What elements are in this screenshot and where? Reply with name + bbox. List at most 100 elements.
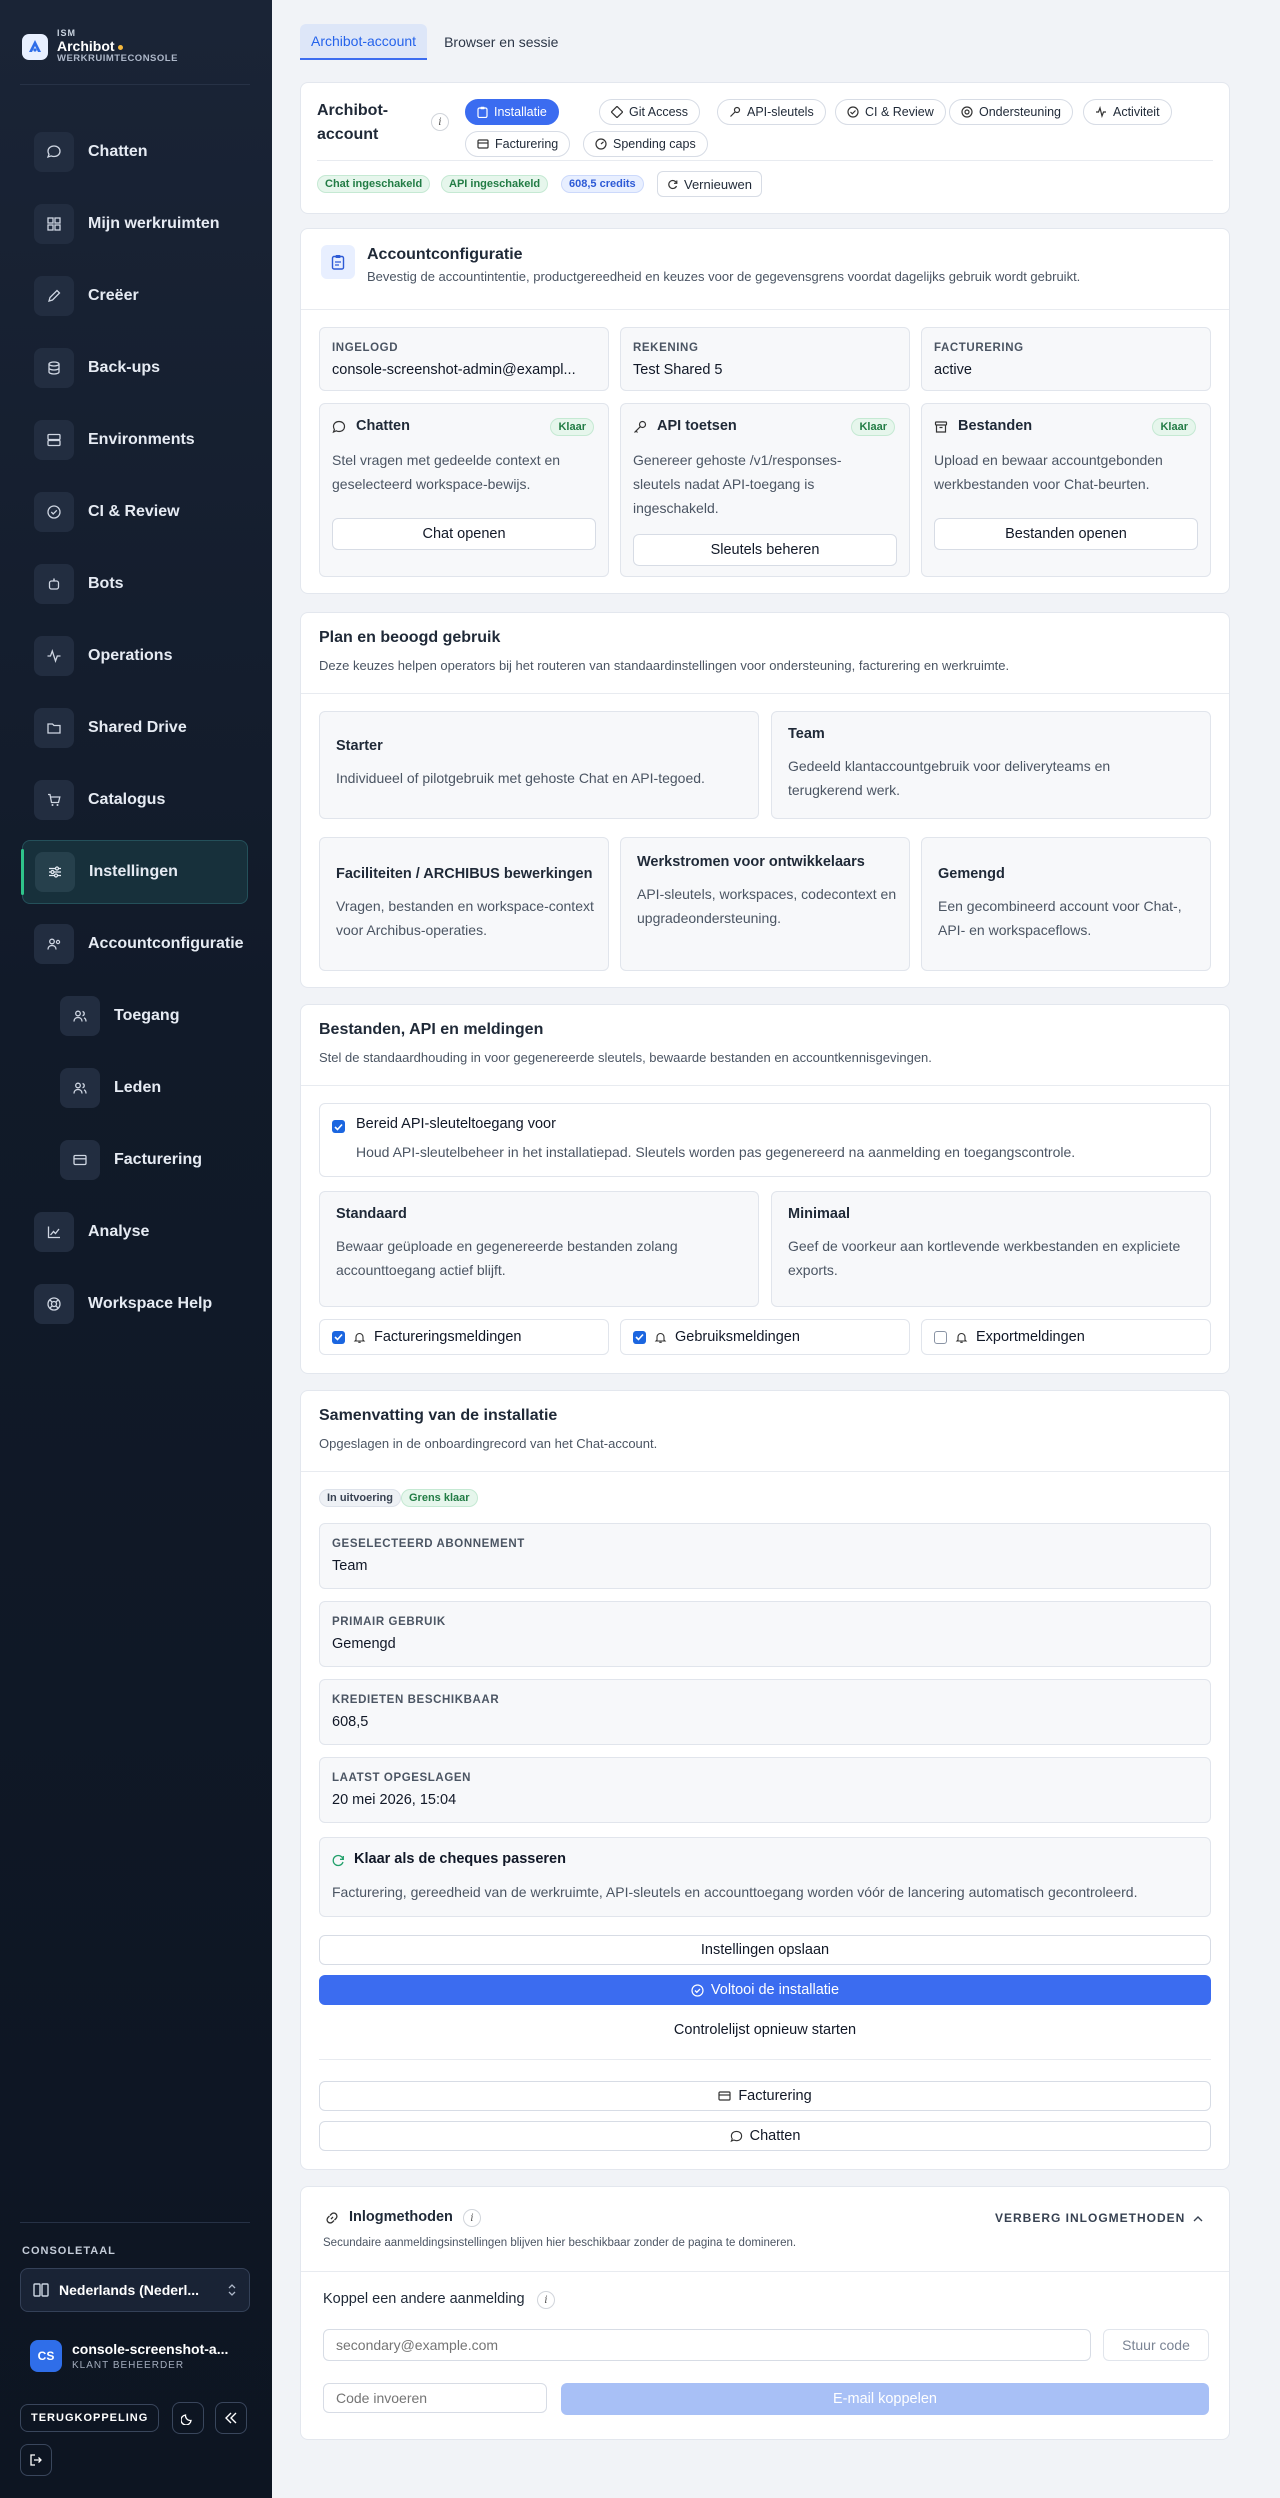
credit-card-icon [477, 139, 489, 149]
sidebar-item-leden[interactable]: Leden [22, 1056, 248, 1120]
chip-ondersteuning[interactable]: Ondersteuning [949, 99, 1074, 125]
open-files-button[interactable]: Bestanden openen [934, 518, 1198, 550]
feature-api: API toetsen Klaar Genereer gehoste /v1/r… [620, 403, 910, 577]
plan-option-archibus[interactable]: Faciliteiten / ARCHIBUS bewerkingen Vrag… [319, 837, 609, 971]
retention-standard[interactable]: Standaard Bewaar geüploade en gegenereer… [319, 1191, 759, 1307]
sidebar-item-shared-drive[interactable]: Shared Drive [22, 696, 248, 760]
sidebar-item-environments[interactable]: Environments [22, 408, 248, 472]
checkbox-checked[interactable] [633, 1330, 646, 1344]
brand[interactable]: ISM Archibot WERKRUIMTECONSOLE [22, 28, 178, 65]
database-icon [34, 348, 74, 388]
brand-name: Archibot [57, 38, 178, 54]
plan-option-starter[interactable]: Starter Individueel of pilotgebruik met … [319, 711, 759, 819]
chip-ci-review[interactable]: CI & Review [835, 99, 946, 125]
api-key-prep-title: Bereid API-sleuteltoegang voor [356, 1116, 556, 1132]
sidebar-item-cre-er[interactable]: Creëer [22, 264, 248, 328]
grid-icon [34, 204, 74, 244]
send-code-button[interactable]: Stuur code [1103, 2329, 1209, 2361]
ready-badge: Klaar [851, 418, 895, 436]
language-select[interactable]: Nederlands (Nederl... [20, 2268, 250, 2312]
folder-icon [34, 708, 74, 748]
sidebar-item-label: Toegang [114, 1007, 180, 1024]
sidebar-item-ci-review[interactable]: CI & Review [22, 480, 248, 544]
open-chat-button[interactable]: Chat openen [332, 518, 596, 550]
sidebar-item-back-ups[interactable]: Back-ups [22, 336, 248, 400]
chip-activiteit[interactable]: Activiteit [1083, 99, 1172, 125]
feedback-button[interactable]: TERUGKOPPELING [20, 2404, 160, 2432]
chip-git-access[interactable]: Git Access [599, 99, 701, 125]
hide-login-methods-button[interactable]: VERBERG INLOGMETHODEN [995, 2211, 1203, 2225]
complete-installation-button[interactable]: Voltooi de installatie [319, 1975, 1211, 2005]
link-email-button[interactable]: E-mail koppelen [561, 2383, 1209, 2415]
notify-usage[interactable]: Gebruiksmeldingen [620, 1319, 910, 1355]
plan-option-mixed[interactable]: Gemengd Een gecombineerd account voor Ch… [921, 837, 1211, 971]
sidebar-item-analyse[interactable]: Analyse [22, 1200, 248, 1264]
brand-subtitle: WERKRUIMTECONSOLE [57, 53, 178, 65]
checkbox-unchecked[interactable] [934, 1330, 947, 1344]
api-key-prep-option[interactable]: Bereid API-sleuteltoegang voor Houd API-… [319, 1103, 1211, 1177]
credit-card-icon [718, 2091, 731, 2101]
billing-link-button[interactable]: Facturering [319, 2081, 1211, 2111]
theme-toggle-button[interactable] [172, 2402, 204, 2434]
chip-spending-caps[interactable]: Spending caps [583, 131, 708, 157]
plan-option-team[interactable]: Team Gedeeld klantaccountgebruik voor de… [771, 711, 1211, 819]
account-header-card: Archibot- account i Installatie Git Acce… [300, 82, 1230, 214]
sidebar-item-instellingen[interactable]: Instellingen [21, 840, 248, 904]
tab-browser-session[interactable]: Browser en sessie [433, 24, 569, 60]
notify-export[interactable]: Exportmeldingen [921, 1319, 1211, 1355]
user-role: KLANT BEHEERDER [72, 2360, 185, 2371]
sidebar-item-facturering[interactable]: Facturering [22, 1128, 248, 1192]
summary-card: Samenvatting van de installatie Opgeslag… [300, 1390, 1230, 2170]
refresh-button[interactable]: Vernieuwen [657, 171, 762, 197]
chat-link-button[interactable]: Chatten [319, 2121, 1211, 2151]
chevron-updown-icon [227, 2284, 237, 2296]
sidebar-item-accountconfiguratie[interactable]: Accountconfiguratie [22, 912, 248, 976]
feature-files: Bestanden Klaar Upload en bewaar account… [921, 403, 1211, 577]
logout-button[interactable] [20, 2444, 52, 2476]
chip-api-sleutels[interactable]: API-sleutels [717, 99, 826, 125]
retention-minimal[interactable]: Minimaal Geef de voorkeur aan kortlevend… [771, 1191, 1211, 1307]
secondary-email-input[interactable] [323, 2329, 1091, 2361]
sidebar-item-label: Creëer [88, 287, 139, 304]
sidebar-item-catalogus[interactable]: Catalogus [22, 768, 248, 832]
double-chevron-left-icon [224, 2412, 238, 2424]
manage-keys-button[interactable]: Sleutels beheren [633, 534, 897, 566]
ready-check-panel: Klaar als de cheques passeren Facturerin… [319, 1837, 1211, 1917]
user-menu[interactable]: CS console-screenshot-a... KLANT BEHEERD… [30, 2340, 232, 2372]
chip-installatie[interactable]: Installatie [465, 99, 559, 125]
chip-facturering[interactable]: Facturering [465, 131, 571, 157]
summary-row-plan: GESELECTEERD ABONNEMENT Team [319, 1523, 1211, 1589]
restart-checklist-button[interactable]: Controlelijst opnieuw starten [319, 2015, 1211, 2045]
sidebar-item-chatten[interactable]: Chatten [22, 120, 248, 184]
sidebar-item-toegang[interactable]: Toegang [22, 984, 248, 1048]
avatar: CS [30, 2340, 62, 2372]
feature-files-title: Bestanden [958, 418, 1033, 434]
cart-icon [34, 780, 74, 820]
tab-archibot-account[interactable]: Archibot-account [300, 24, 428, 60]
checkbox-checked[interactable] [332, 1330, 345, 1344]
language-value: Nederlands (Nederl... [59, 2282, 200, 2298]
collapse-sidebar-button[interactable] [215, 2402, 247, 2434]
notify-billing[interactable]: Factureringsmeldingen [319, 1319, 609, 1355]
info-icon[interactable]: i [537, 2291, 555, 2309]
info-icon[interactable]: i [431, 113, 449, 131]
check-circle-icon [847, 106, 859, 118]
sidebar-item-bots[interactable]: Bots [22, 552, 248, 616]
info-icon[interactable]: i [463, 2209, 481, 2227]
book-icon [33, 2283, 49, 2297]
brand-kicker: ISM [57, 28, 77, 38]
plan-subtitle: Deze keuzes helpen operators bij het rou… [319, 658, 1010, 673]
save-settings-button[interactable]: Instellingen opslaan [319, 1935, 1211, 1965]
api-key-checkbox[interactable] [332, 1120, 345, 1133]
key-icon [633, 420, 647, 434]
status-badge: In uitvoering [319, 1489, 401, 1507]
sidebar-item-workspace-help[interactable]: Workspace Help [22, 1272, 248, 1336]
clipboard-icon [477, 106, 488, 118]
api-key-prep-desc: Houd API-sleutelbeheer in het installati… [356, 1144, 1076, 1160]
sidebar-item-mijn-werkruimten[interactable]: Mijn werkruimten [22, 192, 248, 256]
code-input[interactable] [323, 2383, 547, 2413]
summary-row-usage: PRIMAIR GEBRUIK Gemengd [319, 1601, 1211, 1667]
sidebar-item-operations[interactable]: Operations [22, 624, 248, 688]
config-subtitle: Bevestig de accountintentie, productgere… [367, 269, 1081, 284]
plan-option-developers[interactable]: Werkstromen voor ontwikkelaars API-sleut… [620, 837, 910, 971]
